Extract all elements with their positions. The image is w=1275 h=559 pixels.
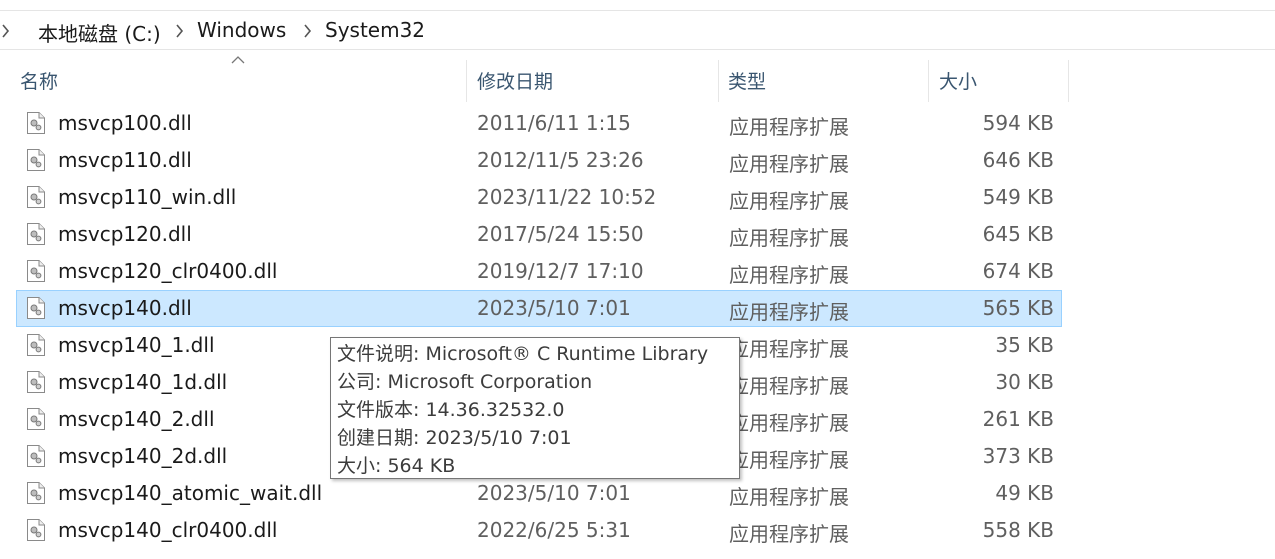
column-divider[interactable]: [718, 60, 719, 102]
file-name[interactable]: msvcp120.dll: [58, 222, 192, 246]
file-name[interactable]: msvcp140_1.dll: [58, 333, 215, 357]
chevron-right-icon[interactable]: [2, 24, 10, 38]
tooltip-company: 公司: Microsoft Corporation: [337, 371, 593, 393]
file-type: 应用程序扩展: [729, 374, 849, 398]
dll-file-icon: [26, 518, 46, 547]
breadcrumb-item-drive[interactable]: 本地磁盘 (C:): [38, 18, 161, 47]
column-divider[interactable]: [928, 60, 929, 102]
file-name[interactable]: msvcp140_1d.dll: [58, 370, 227, 394]
file-row[interactable]: msvcp140_clr0400.dll 2022/6/25 5:31 应用程序扩展…: [16, 512, 1062, 549]
file-modified-date: 2019/12/7 17:10: [477, 259, 644, 283]
file-size: 646 KB: [982, 148, 1054, 172]
file-row[interactable]: msvcp110_win.dll 2023/11/22 10:52 应用程序扩展 54…: [16, 179, 1062, 216]
dll-file-icon: [26, 370, 46, 399]
dll-file-icon: [26, 296, 46, 325]
dll-file-icon: [26, 407, 46, 436]
file-type: 应用程序扩展: [729, 263, 849, 287]
file-name[interactable]: msvcp110.dll: [58, 148, 192, 172]
file-size: 30 KB: [995, 370, 1054, 394]
file-name[interactable]: msvcp100.dll: [58, 111, 192, 135]
dll-file-icon: [26, 444, 46, 473]
file-row[interactable]: msvcp120_clr0400.dll 2019/12/7 17:10 应用程序扩…: [16, 253, 1062, 290]
file-type: 应用程序扩展: [729, 300, 849, 324]
file-modified-date: 2023/11/22 10:52: [477, 185, 657, 209]
tooltip-version: 文件版本: 14.36.32532.0: [337, 399, 565, 421]
file-name[interactable]: msvcp140_2d.dll: [58, 444, 227, 468]
file-size: 594 KB: [982, 111, 1054, 135]
file-name[interactable]: msvcp140_clr0400.dll: [58, 518, 277, 542]
file-modified-date: 2023/5/10 7:01: [477, 481, 631, 505]
file-row[interactable]: msvcp140.dll 2023/5/10 7:01 应用程序扩展 565 KB: [16, 290, 1062, 327]
file-type: 应用程序扩展: [729, 485, 849, 509]
file-size: 549 KB: [982, 185, 1054, 209]
file-row[interactable]: msvcp140_atomic_wait.dll 2023/5/10 7:01 应用…: [16, 475, 1062, 512]
file-modified-date: 2011/6/11 1:15: [477, 111, 631, 135]
file-size: 35 KB: [995, 333, 1054, 357]
file-name[interactable]: msvcp140_2.dll: [58, 407, 215, 431]
file-type: 应用程序扩展: [729, 411, 849, 435]
dll-file-icon: [26, 222, 46, 251]
dll-file-icon: [26, 111, 46, 140]
file-row[interactable]: msvcp100.dll 2011/6/11 1:15 应用程序扩展 594 KB: [16, 105, 1062, 142]
dll-file-icon: [26, 259, 46, 288]
tooltip-size: 大小: 564 KB: [337, 455, 456, 477]
file-size: 373 KB: [982, 444, 1054, 468]
file-size: 645 KB: [982, 222, 1054, 246]
dll-file-icon: [26, 333, 46, 362]
file-row[interactable]: msvcp120.dll 2017/5/24 15:50 应用程序扩展 645 KB: [16, 216, 1062, 253]
dll-file-icon: [26, 185, 46, 214]
file-type: 应用程序扩展: [729, 115, 849, 139]
column-divider[interactable]: [1068, 60, 1069, 102]
file-modified-date: 2012/11/5 23:26: [477, 148, 644, 172]
breadcrumb-item-windows[interactable]: Windows: [197, 18, 286, 42]
dll-file-icon: [26, 481, 46, 510]
file-name[interactable]: msvcp120_clr0400.dll: [58, 259, 277, 283]
file-type: 应用程序扩展: [729, 448, 849, 472]
column-header-name[interactable]: 名称: [20, 62, 58, 102]
file-type: 应用程序扩展: [729, 152, 849, 176]
file-size: 674 KB: [982, 259, 1054, 283]
file-name[interactable]: msvcp140_atomic_wait.dll: [58, 481, 322, 505]
column-header-size[interactable]: 大小: [939, 62, 977, 102]
column-header-type[interactable]: 类型: [728, 62, 766, 102]
file-type: 应用程序扩展: [729, 226, 849, 250]
file-size: 261 KB: [982, 407, 1054, 431]
breadcrumb: 本地磁盘 (C:) Windows System32: [0, 10, 1275, 50]
file-modified-date: 2017/5/24 15:50: [477, 222, 644, 246]
file-type: 应用程序扩展: [729, 337, 849, 361]
chevron-right-icon[interactable]: [176, 24, 184, 38]
file-size: 49 KB: [995, 481, 1054, 505]
file-modified-date: 2023/5/10 7:01: [477, 296, 631, 320]
file-list: msvcp100.dll 2011/6/11 1:15 应用程序扩展 594 KB ms…: [16, 105, 1062, 549]
file-name[interactable]: msvcp110_win.dll: [58, 185, 236, 209]
column-divider[interactable]: [466, 60, 467, 102]
breadcrumb-item-system32[interactable]: System32: [325, 18, 425, 42]
file-type: 应用程序扩展: [729, 522, 849, 546]
dll-file-icon: [26, 148, 46, 177]
file-size: 565 KB: [982, 296, 1054, 320]
file-info-tooltip: 文件说明: Microsoft® C Runtime Library 公司: M…: [330, 337, 740, 479]
tooltip-description: 文件说明: Microsoft® C Runtime Library: [337, 343, 709, 365]
sort-ascending-icon: [231, 56, 245, 64]
chevron-right-icon[interactable]: [304, 24, 312, 38]
file-type: 应用程序扩展: [729, 189, 849, 213]
file-name[interactable]: msvcp140.dll: [58, 296, 192, 320]
column-header-date[interactable]: 修改日期: [477, 62, 553, 102]
file-size: 558 KB: [982, 518, 1054, 542]
file-row[interactable]: msvcp110.dll 2012/11/5 23:26 应用程序扩展 646 KB: [16, 142, 1062, 179]
file-modified-date: 2022/6/25 5:31: [477, 518, 631, 542]
tooltip-created: 创建日期: 2023/5/10 7:01: [337, 427, 572, 449]
